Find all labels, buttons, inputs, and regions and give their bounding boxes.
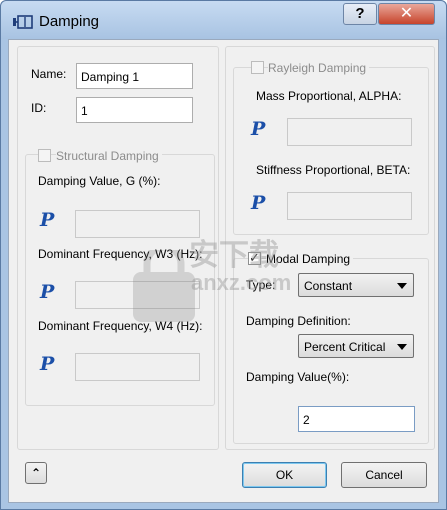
damping-definition-label: Damping Definition: bbox=[246, 314, 351, 328]
watermark-text-en: anxz.com bbox=[191, 270, 292, 295]
name-field[interactable]: Damping 1 bbox=[76, 63, 193, 89]
modal-damping-value-label: Damping Value(%): bbox=[246, 370, 350, 384]
dialog-content: Name: Damping 1 ID: 1 Structural Damping… bbox=[8, 39, 439, 503]
structural-damping-checkbox[interactable] bbox=[38, 149, 51, 162]
damping-dialog-window: Damping ? ✕ Name: Damping 1 ID: 1 Struct… bbox=[0, 0, 447, 510]
damping-definition-dropdown[interactable]: Percent Critical bbox=[298, 334, 414, 358]
damping-value-g-label: Damping Value, G (%): bbox=[38, 174, 161, 188]
ok-button[interactable]: OK bbox=[242, 462, 327, 488]
close-button[interactable]: ✕ bbox=[378, 3, 435, 25]
type-dropdown-value: Constant bbox=[304, 279, 353, 293]
beta-label: Stiffness Proportional, BETA: bbox=[256, 163, 411, 177]
w4-field[interactable] bbox=[75, 353, 200, 381]
double-chevron-up-icon: ⌃ bbox=[30, 466, 42, 480]
structural-damping-label: Structural Damping bbox=[56, 149, 162, 163]
close-icon: ✕ bbox=[399, 5, 414, 22]
parameter-icon[interactable]: P bbox=[40, 281, 54, 303]
expand-button[interactable]: ⌃ bbox=[25, 462, 47, 484]
window-title: Damping bbox=[39, 13, 100, 30]
rayleigh-damping-checkbox[interactable] bbox=[251, 61, 264, 74]
damping-value-g-field[interactable] bbox=[75, 210, 200, 238]
parameter-icon[interactable]: P bbox=[251, 118, 265, 140]
alpha-label: Mass Proportional, ALPHA: bbox=[256, 89, 402, 103]
watermark-text-cn: 安下载 bbox=[189, 239, 279, 272]
id-field[interactable]: 1 bbox=[76, 97, 193, 123]
parameter-icon[interactable]: P bbox=[40, 353, 54, 375]
help-button[interactable]: ? bbox=[343, 3, 377, 25]
damping-definition-value: Percent Critical bbox=[304, 340, 386, 354]
modal-damping-value-field[interactable]: 2 bbox=[298, 406, 415, 432]
damping-app-icon bbox=[13, 15, 33, 29]
title-bar[interactable]: Damping ? ✕ bbox=[1, 1, 446, 39]
chevron-down-icon bbox=[397, 344, 407, 350]
rayleigh-damping-label: Rayleigh Damping bbox=[268, 61, 370, 75]
id-label: ID: bbox=[31, 101, 47, 115]
beta-field[interactable] bbox=[287, 192, 412, 220]
parameter-icon[interactable]: P bbox=[40, 209, 54, 231]
cancel-button[interactable]: Cancel bbox=[341, 462, 427, 488]
modal-damping-label: Modal Damping bbox=[266, 252, 354, 266]
chevron-down-icon bbox=[397, 283, 407, 289]
name-label: Name: bbox=[31, 67, 67, 81]
alpha-field[interactable] bbox=[287, 118, 412, 146]
type-dropdown[interactable]: Constant bbox=[298, 273, 414, 297]
parameter-icon[interactable]: P bbox=[251, 192, 265, 214]
help-icon: ? bbox=[355, 5, 365, 22]
